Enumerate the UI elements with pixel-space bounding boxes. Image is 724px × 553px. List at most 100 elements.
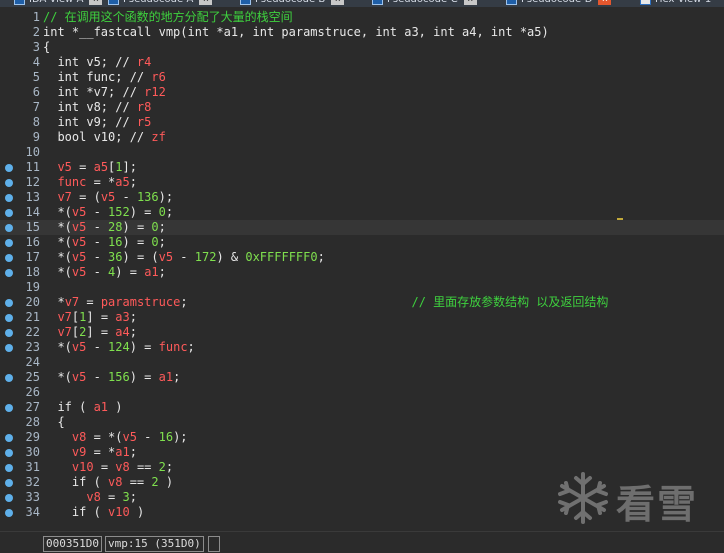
breakpoint-dot-icon[interactable]: [5, 164, 13, 172]
breakpoint-dot-icon[interactable]: [5, 434, 13, 442]
code-text[interactable]: *(v5 - 16) = 0;: [43, 235, 165, 250]
code-text[interactable]: // 在调用这个函数的地方分配了大量的栈空间: [43, 10, 293, 25]
code-line[interactable]: 27 if ( a1 ): [0, 400, 724, 415]
code-text[interactable]: int v9; // r5: [43, 115, 151, 130]
code-line[interactable]: 15 *(v5 - 28) = 0;: [0, 220, 724, 235]
code-token: ): [108, 400, 123, 414]
code-text[interactable]: v8 = *(v5 - 16);: [43, 430, 188, 445]
code-text[interactable]: v9 = *a1;: [43, 445, 137, 460]
breakpoint-dot-icon[interactable]: [5, 374, 13, 382]
code-line[interactable]: 23 *(v5 - 124) = func;: [0, 340, 724, 355]
code-text[interactable]: *(v5 - 152) = 0;: [43, 205, 173, 220]
breakpoint-dot-icon[interactable]: [5, 224, 13, 232]
code-line[interactable]: 9 bool v10; // zf: [0, 130, 724, 145]
code-text[interactable]: v7[2] = a4;: [43, 325, 137, 340]
tab-pseudocode-d[interactable]: Pseudocode-D x: [506, 0, 612, 7]
tab-pseudocode-c[interactable]: Pseudocode-C x: [372, 0, 477, 7]
breakpoint-dot-icon[interactable]: [5, 329, 13, 337]
code-line[interactable]: 3{: [0, 40, 724, 55]
code-line[interactable]: 19: [0, 280, 724, 295]
code-line[interactable]: 22 v7[2] = a4;: [0, 325, 724, 340]
code-text[interactable]: v5 = a5[1];: [43, 160, 137, 175]
code-line[interactable]: 16 *(v5 - 16) = 0;: [0, 235, 724, 250]
code-text[interactable]: *(v5 - 28) = 0;: [43, 220, 165, 235]
tab-pseudocode-a[interactable]: Pseudocode-A x: [108, 0, 213, 7]
line-number: 11: [25, 160, 40, 174]
breakpoint-dot-icon[interactable]: [5, 254, 13, 262]
code-line[interactable]: 8 int v9; // r5: [0, 115, 724, 130]
breakpoint-dot-icon[interactable]: [5, 449, 13, 457]
code-text[interactable]: if ( v8 == 2 ): [43, 475, 173, 490]
code-text[interactable]: if ( a1 ): [43, 400, 122, 415]
code-text[interactable]: int v5; // r4: [43, 55, 151, 70]
code-text[interactable]: v8 = 3;: [43, 490, 137, 505]
code-line[interactable]: 25 *(v5 - 156) = a1;: [0, 370, 724, 385]
code-text[interactable]: int v8; // r8: [43, 100, 151, 115]
code-line[interactable]: 18 *(v5 - 4) = a1;: [0, 265, 724, 280]
code-text[interactable]: int func; // r6: [43, 70, 165, 85]
tab-hex-view-1[interactable]: Hex View-1: [640, 0, 711, 7]
close-tab-icon[interactable]: x: [331, 0, 345, 5]
breakpoint-dot-icon[interactable]: [5, 494, 13, 502]
breakpoint-dot-icon[interactable]: [5, 404, 13, 412]
breakpoint-dot-icon[interactable]: [5, 479, 13, 487]
breakpoint-dot-icon[interactable]: [5, 239, 13, 247]
tab-ida-view-a[interactable]: IDA View-A x: [14, 0, 103, 7]
code-line[interactable]: 12 func = *a5;: [0, 175, 724, 190]
code-text[interactable]: {: [43, 415, 64, 430]
code-text[interactable]: int *__fastcall vmp(int *a1, int paramst…: [43, 25, 549, 40]
code-line[interactable]: 30 v9 = *a1;: [0, 445, 724, 460]
code-line[interactable]: 4 int v5; // r4: [0, 55, 724, 70]
code-text[interactable]: int *v7; // r12: [43, 85, 165, 100]
code-line[interactable]: 7 int v8; // r8: [0, 100, 724, 115]
code-line[interactable]: 11 v5 = a5[1];: [0, 160, 724, 175]
breakpoint-dot-icon[interactable]: [5, 269, 13, 277]
code-line[interactable]: 24: [0, 355, 724, 370]
code-line[interactable]: 13 v7 = (v5 - 136);: [0, 190, 724, 205]
code-text[interactable]: {: [43, 40, 50, 55]
code-number: 0xFFFFFFF0: [245, 250, 318, 264]
code-line[interactable]: 6 int *v7; // r12: [0, 85, 724, 100]
code-text[interactable]: *v7 = paramstruce; // 里面存放参数结构 以及返回结构: [43, 295, 608, 310]
code-line[interactable]: 1// 在调用这个函数的地方分配了大量的栈空间: [0, 10, 724, 25]
code-line[interactable]: 2 int *__fastcall vmp(int *a1, int params…: [0, 25, 724, 40]
code-text[interactable]: v7[1] = a3;: [43, 310, 137, 325]
breakpoint-dot-icon[interactable]: [5, 464, 13, 472]
code-text[interactable]: v10 = v8 == 2;: [43, 460, 173, 475]
close-tab-icon[interactable]: x: [463, 0, 477, 5]
code-token: =: [93, 460, 116, 474]
code-line[interactable]: 10: [0, 145, 724, 160]
breakpoint-dot-icon[interactable]: [5, 509, 13, 517]
code-line[interactable]: 5 int func; // r6: [0, 70, 724, 85]
breakpoint-dot-icon[interactable]: [5, 209, 13, 217]
tab-pseudocode-b[interactable]: Pseudocode-B x: [240, 0, 345, 7]
breakpoint-dot-icon[interactable]: [5, 194, 13, 202]
code-text[interactable]: v7 = (v5 - 136);: [43, 190, 173, 205]
code-line[interactable]: 29 v8 = *(v5 - 16);: [0, 430, 724, 445]
code-line[interactable]: 21 v7[1] = a3;: [0, 310, 724, 325]
code-line[interactable]: 20 *v7 = paramstruce; // 里面存放参数结构 以及返回结构: [0, 295, 724, 310]
close-tab-icon[interactable]: x: [598, 0, 612, 5]
code-identifier: v7: [57, 310, 72, 324]
code-text[interactable]: *(v5 - 36) = (v5 - 172) & 0xFFFFFFF0;: [43, 250, 324, 265]
breakpoint-dot-icon[interactable]: [5, 314, 13, 322]
code-line[interactable]: 17 *(v5 - 36) = (v5 - 172) & 0xFFFFFFF0;: [0, 250, 724, 265]
breakpoint-dot-icon[interactable]: [5, 179, 13, 187]
code-text[interactable]: bool v10; // zf: [43, 130, 165, 145]
breakpoint-dot-icon[interactable]: [5, 299, 13, 307]
close-tab-icon[interactable]: x: [199, 0, 213, 5]
pseudocode-editor[interactable]: 1// 在调用这个函数的地方分配了大量的栈空间 2 int *__fastcall …: [0, 7, 724, 531]
code-text[interactable]: func = *a5;: [43, 175, 137, 190]
code-identifier: v5: [158, 250, 174, 264]
close-tab-icon[interactable]: x: [89, 0, 103, 5]
code-text[interactable]: *(v5 - 124) = func;: [43, 340, 194, 355]
code-line[interactable]: 26: [0, 385, 724, 400]
code-line[interactable]: 28 {: [0, 415, 724, 430]
breakpoint-dot-icon[interactable]: [5, 344, 13, 352]
code-text[interactable]: if ( v10 ): [43, 505, 144, 520]
line-number: 33: [25, 490, 40, 504]
code-line[interactable]: 14 *(v5 - 152) = 0;: [0, 205, 724, 220]
code-token: int v9; //: [43, 115, 137, 129]
code-text[interactable]: *(v5 - 4) = a1;: [43, 265, 165, 280]
code-text[interactable]: *(v5 - 156) = a1;: [43, 370, 180, 385]
